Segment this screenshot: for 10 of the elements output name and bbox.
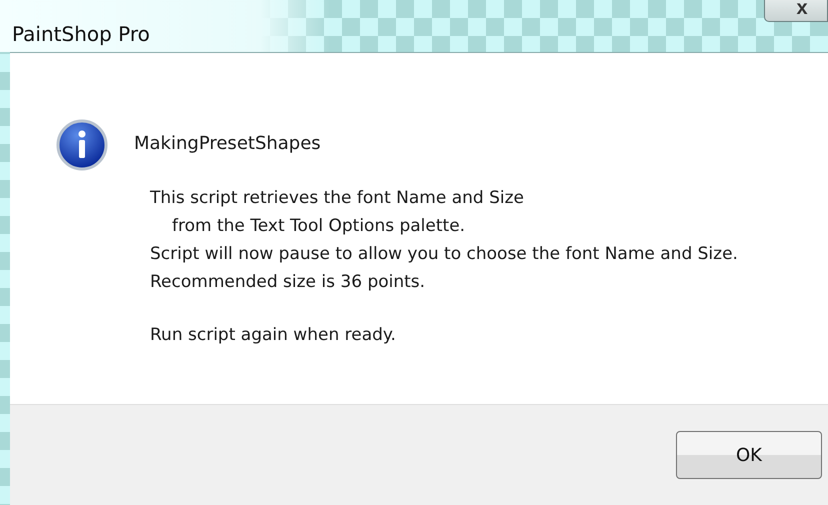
message-text: Script will now pause to allow you to choose the font Name and Size. <box>150 243 738 266</box>
message-text: Run script again when ready. <box>150 324 396 347</box>
message-heading: MakingPresetShapes <box>134 133 322 154</box>
info-icon <box>56 119 108 171</box>
message-text: from the Text Tool Options palette. <box>171 215 466 238</box>
close-button[interactable]: x <box>764 0 828 22</box>
message-text: This script retrieves the font Name and Size <box>150 187 524 210</box>
message-text: Recommended size is 36 points. <box>150 271 426 294</box>
ok-button[interactable]: OK <box>676 431 822 479</box>
window-title: PaintShop Pro <box>12 22 150 46</box>
